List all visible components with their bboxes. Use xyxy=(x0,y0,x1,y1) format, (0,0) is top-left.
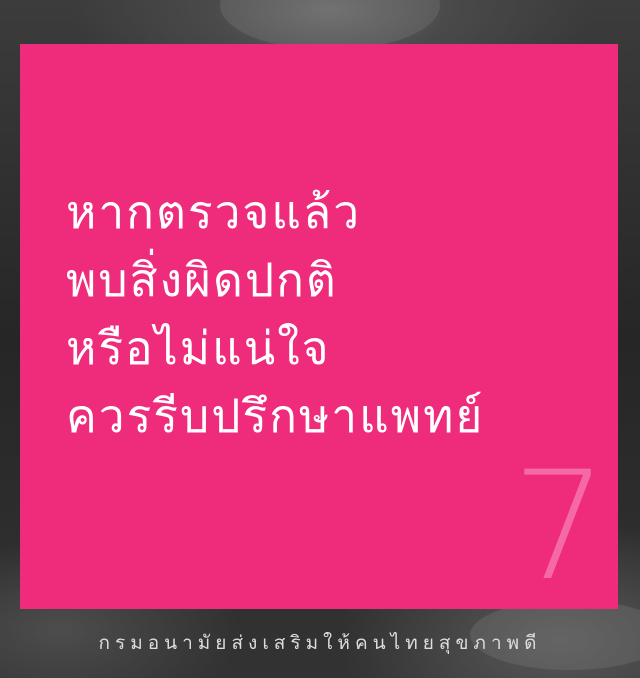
headline: หากตรวจแล้ว พบสิ่งผิดปกติ หรือไม่แน่ใจ ค… xyxy=(66,178,484,450)
background-photo xyxy=(220,0,440,50)
footer-slogan: กรมอนามัยส่งเสริมให้คนไทยสุขภาพดี xyxy=(98,632,542,654)
poster: หากตรวจแล้ว พบสิ่งผิดปกติ หรือไม่แน่ใจ ค… xyxy=(0,0,640,678)
headline-line-1: หากตรวจแล้ว xyxy=(66,185,362,239)
page-number: 7 xyxy=(512,440,608,614)
headline-line-4: ควรรีบปรึกษาแพทย์ xyxy=(66,389,485,443)
headline-line-3: หรือไม่แน่ใจ xyxy=(66,321,331,375)
headline-line-2: พบสิ่งผิดปกติ xyxy=(66,253,338,307)
